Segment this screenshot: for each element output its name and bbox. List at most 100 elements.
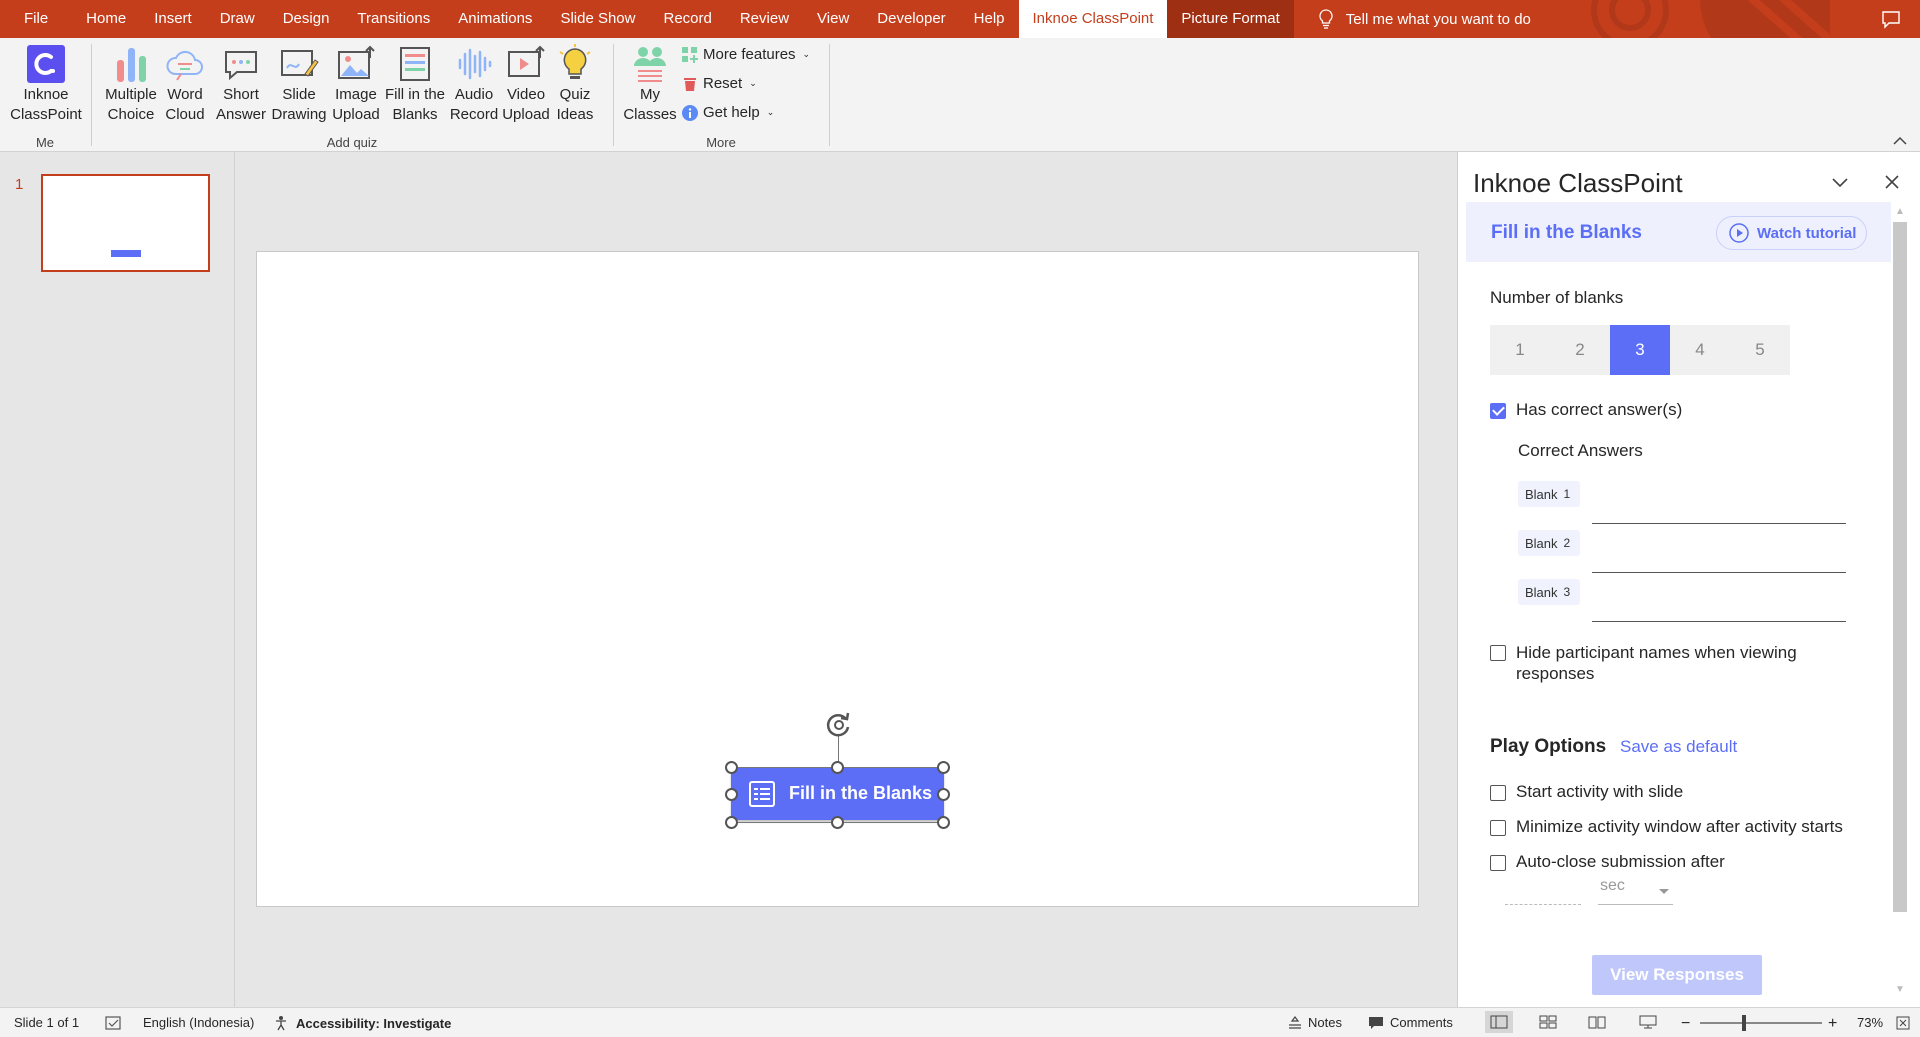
reading-view-icon <box>1588 1016 1606 1029</box>
zoom-slider-track[interactable] <box>1700 1022 1822 1024</box>
group-label-add-quiz: Add quiz <box>326 135 378 150</box>
watch-tutorial-button[interactable]: Watch tutorial <box>1716 216 1867 250</box>
tab-animations[interactable]: Animations <box>444 0 546 38</box>
tell-me-search[interactable]: Tell me what you want to do <box>1308 0 1541 38</box>
chevron-down-icon: ⌄ <box>802 49 811 59</box>
tab-view[interactable]: View <box>803 0 863 38</box>
scrollbar-thumb[interactable] <box>1893 222 1907 912</box>
accessibility-label: Accessibility: Investigate <box>296 1015 452 1031</box>
more-features-button[interactable]: More features ⌄ <box>682 46 810 63</box>
language-indicator[interactable]: English (Indonesia) <box>143 1015 254 1030</box>
slideshow-icon <box>1639 1015 1657 1029</box>
more-features-label: More features <box>703 46 796 63</box>
tab-draw[interactable]: Draw <box>206 0 269 38</box>
collapse-ribbon-icon[interactable] <box>1892 135 1908 147</box>
audio-record-button[interactable]: Audio Record <box>449 44 499 125</box>
start-with-slide-checkbox[interactable] <box>1490 785 1506 801</box>
comments-button[interactable]: Comments <box>1368 1015 1453 1030</box>
tab-insert[interactable]: Insert <box>140 0 206 38</box>
close-icon[interactable] <box>1882 172 1902 192</box>
fill-blanks-icon <box>749 780 775 807</box>
hide-names-label: Hide participant names when viewing resp… <box>1516 643 1797 683</box>
fill-in-the-blanks-button[interactable]: Fill in the Blanks <box>382 44 448 125</box>
blank-count-option[interactable]: 5 <box>1730 325 1790 375</box>
resize-handle[interactable] <box>937 788 950 801</box>
start-with-slide-label: Start activity with slide <box>1516 782 1684 801</box>
zoom-in-button[interactable]: + <box>1828 1015 1837 1033</box>
btn-label: Audio <box>454 86 494 103</box>
video-upload-icon <box>508 45 545 77</box>
get-help-button[interactable]: Get help ⌄ <box>682 104 774 121</box>
rotate-handle-icon[interactable] <box>824 710 854 740</box>
blank-count-option[interactable]: 1 <box>1490 325 1550 375</box>
tab-picture-format[interactable]: Picture Format <box>1167 0 1294 38</box>
notes-button[interactable]: Notes <box>1288 1015 1342 1030</box>
image-upload-button[interactable]: Image Upload <box>327 44 385 125</box>
pane-scrollbar[interactable]: ▲ ▼ <box>1891 202 1909 1005</box>
blank-count-option[interactable]: 2 <box>1550 325 1610 375</box>
word-cloud-button[interactable]: Word Cloud <box>162 44 208 125</box>
accessibility-status[interactable]: Accessibility: Investigate <box>274 1015 451 1031</box>
btn-label: Cloud <box>165 106 205 123</box>
btn-label: Record <box>449 106 499 123</box>
tab-developer[interactable]: Developer <box>863 0 959 38</box>
tab-record[interactable]: Record <box>649 0 725 38</box>
chevron-down-icon[interactable] <box>1830 172 1850 192</box>
time-unit-select[interactable]: sec <box>1598 877 1673 905</box>
reading-view-button[interactable] <box>1583 1011 1611 1033</box>
blank-count-option[interactable]: 4 <box>1670 325 1730 375</box>
short-answer-button[interactable]: Short Answer <box>213 44 269 125</box>
video-upload-button[interactable]: Video Upload <box>498 44 554 125</box>
save-as-default-link[interactable]: Save as default <box>1620 737 1737 757</box>
scroll-down-icon[interactable]: ▼ <box>1895 984 1905 995</box>
slideshow-button[interactable] <box>1634 1011 1662 1033</box>
minimize-window-checkbox[interactable] <box>1490 820 1506 836</box>
blank-2-answer-input[interactable] <box>1592 545 1846 573</box>
zoom-level[interactable]: 73% <box>1857 1015 1883 1030</box>
blank-3-answer-input[interactable] <box>1592 594 1846 622</box>
spelling-check-icon[interactable] <box>105 1016 122 1030</box>
resize-handle[interactable] <box>937 816 950 829</box>
tab-design[interactable]: Design <box>269 0 344 38</box>
comment-icon[interactable] <box>1880 8 1902 30</box>
resize-handle[interactable] <box>831 761 844 774</box>
tab-slide-show[interactable]: Slide Show <box>546 0 649 38</box>
tab-inknoe-classpoint[interactable]: Inknoe ClassPoint <box>1018 0 1168 38</box>
scroll-up-icon[interactable]: ▲ <box>1895 206 1905 217</box>
quiz-ideas-button[interactable]: Quiz Ideas <box>552 44 598 125</box>
resize-handle[interactable] <box>725 788 738 801</box>
my-classes-button[interactable]: My Classes <box>623 44 677 125</box>
blank-1-answer-input[interactable] <box>1592 496 1846 524</box>
view-responses-button[interactable]: View Responses <box>1592 955 1762 995</box>
resize-handle[interactable] <box>937 761 950 774</box>
resize-handle[interactable] <box>831 816 844 829</box>
slide-thumbnails-pane: 1 <box>0 152 235 1007</box>
tab-home[interactable]: Home <box>72 0 140 38</box>
multiple-choice-button[interactable]: Multiple Choice <box>100 44 162 125</box>
fill-blanks-icon <box>400 47 430 81</box>
inknoe-classpoint-button[interactable]: Inknoe ClassPoint <box>10 44 82 125</box>
resize-handle[interactable] <box>725 816 738 829</box>
tab-help[interactable]: Help <box>960 0 1019 38</box>
tab-review[interactable]: Review <box>726 0 803 38</box>
slide-sorter-button[interactable] <box>1534 1011 1562 1033</box>
fill-in-the-blanks-slide-button[interactable]: Fill in the Blanks <box>731 767 944 820</box>
play-circle-icon <box>1729 223 1749 243</box>
has-correct-answers-checkbox[interactable] <box>1490 403 1506 419</box>
reset-button[interactable]: Reset ⌄ <box>682 75 757 92</box>
slide-thumbnail[interactable] <box>41 174 210 272</box>
blank-count-option-selected[interactable]: 3 <box>1610 325 1670 375</box>
resize-handle[interactable] <box>725 761 738 774</box>
tab-transitions[interactable]: Transitions <box>343 0 444 38</box>
activity-header: Fill in the Blanks Watch tutorial <box>1466 202 1903 262</box>
ribbon-group-more: My Classes More features ⌄ Reset ⌄ Get hel… <box>614 38 828 152</box>
tab-file[interactable]: File <box>0 0 72 38</box>
normal-view-button[interactable] <box>1485 1011 1513 1033</box>
zoom-out-button[interactable]: − <box>1681 1015 1690 1033</box>
fit-to-window-icon[interactable] <box>1896 1016 1910 1030</box>
zoom-slider-thumb[interactable] <box>1742 1015 1746 1031</box>
slide-drawing-button[interactable]: Slide Drawing <box>269 44 329 125</box>
notes-icon <box>1289 1015 1301 1029</box>
auto-close-checkbox[interactable] <box>1490 855 1506 871</box>
hide-names-checkbox[interactable] <box>1490 645 1506 661</box>
